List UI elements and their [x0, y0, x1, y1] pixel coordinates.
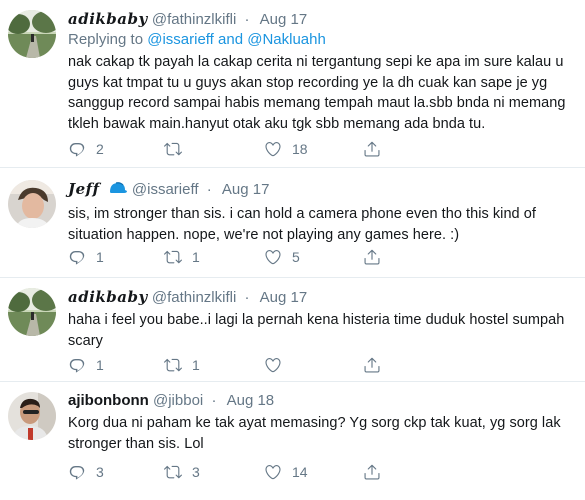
- retweet-button[interactable]: 1: [164, 247, 200, 267]
- tweet[interactable]: adikbaby @fathinzlkifli · Aug 17 Replyin…: [0, 0, 585, 168]
- like-count: 18: [292, 141, 308, 157]
- retweet-icon: [164, 140, 182, 158]
- user-handle[interactable]: @jibboi: [153, 392, 203, 409]
- share-button[interactable]: [363, 355, 381, 375]
- reply-button[interactable]: 1: [68, 355, 104, 375]
- tweet-header: adikbaby @fathinzlkifli · Aug 17: [68, 287, 575, 308]
- replying-to: Replying to @issarieff and @Nakluahh: [68, 30, 575, 50]
- heart-icon: [264, 463, 282, 481]
- heart-icon: [264, 140, 282, 158]
- like-count: 14: [292, 464, 308, 480]
- mention-link[interactable]: @Nakluahh: [247, 31, 326, 48]
- share-button[interactable]: [363, 139, 381, 159]
- reply-icon: [68, 140, 86, 158]
- reply-count: 3: [96, 464, 104, 480]
- tweet-header: ajibonbonn @jibboi · Aug 18: [68, 391, 575, 411]
- mention-and[interactable]: and: [214, 31, 247, 48]
- separator: ·: [244, 289, 250, 306]
- reply-icon: [68, 248, 86, 266]
- display-name[interactable]: adikbaby: [68, 288, 148, 306]
- retweet-count: 1: [192, 249, 200, 265]
- user-handle[interactable]: @issarieff: [132, 181, 199, 198]
- tweet-header: Jeff @issarieff · Aug 17: [68, 179, 575, 202]
- tweet-text: sis, im stronger than sis. i can hold a …: [68, 206, 536, 243]
- share-button[interactable]: [363, 247, 381, 267]
- tweet-text: haha i feel you babe..i lagi la pernah k…: [68, 312, 565, 349]
- tweet-date[interactable]: Aug 17: [222, 181, 270, 198]
- reply-icon: [68, 463, 86, 481]
- display-name[interactable]: adikbaby: [68, 10, 148, 28]
- tweet[interactable]: adikbaby @fathinzlkifli · Aug 17 haha i …: [0, 278, 585, 382]
- avatar[interactable]: [8, 288, 56, 336]
- separator: ·: [206, 181, 212, 198]
- tweet-header: adikbaby @fathinzlkifli · Aug 17: [68, 9, 575, 30]
- retweet-icon: [164, 463, 182, 481]
- cap-emoji-icon: [108, 180, 128, 202]
- mention-link[interactable]: @issarieff: [147, 31, 214, 48]
- like-count: 5: [292, 249, 300, 265]
- heart-icon: [264, 356, 282, 374]
- display-name[interactable]: ajibonbonn: [68, 392, 149, 409]
- separator: ·: [211, 392, 217, 409]
- avatar[interactable]: [8, 10, 56, 58]
- like-button[interactable]: [264, 355, 292, 375]
- tweet-text: nak cakap tk payah la cakap cerita ni te…: [68, 54, 566, 132]
- tweet-text: Korg dua ni paham ke tak ayat memasing? …: [68, 415, 561, 452]
- retweet-icon: [164, 248, 182, 266]
- share-icon: [363, 248, 381, 266]
- like-button[interactable]: 5: [264, 247, 300, 267]
- reply-count: 1: [96, 249, 104, 265]
- retweet-count: 1: [192, 357, 200, 373]
- share-icon: [363, 356, 381, 374]
- avatar[interactable]: [8, 392, 56, 440]
- user-handle[interactable]: @fathinzlkifli: [152, 289, 236, 306]
- reply-icon: [68, 356, 86, 374]
- share-icon: [363, 463, 381, 481]
- separator: ·: [244, 11, 250, 28]
- heart-icon: [264, 248, 282, 266]
- retweet-icon: [164, 356, 182, 374]
- tweet-date[interactable]: Aug 17: [260, 11, 308, 28]
- reply-count: 2: [96, 141, 104, 157]
- replying-to-label: Replying to: [68, 31, 148, 48]
- retweet-button[interactable]: 3: [164, 462, 200, 482]
- like-button[interactable]: 18: [264, 139, 308, 159]
- reply-button[interactable]: 3: [68, 462, 104, 482]
- retweet-button[interactable]: 1: [164, 355, 200, 375]
- user-handle[interactable]: @fathinzlkifli: [152, 11, 236, 28]
- reply-button[interactable]: 2: [68, 139, 104, 159]
- like-button[interactable]: 14: [264, 462, 308, 482]
- share-button[interactable]: [363, 462, 381, 482]
- tweet[interactable]: Jeff @issarieff · Aug 17 sis, im stronge…: [0, 168, 585, 278]
- tweet[interactable]: ajibonbonn @jibboi · Aug 18 Korg dua ni …: [0, 382, 585, 500]
- retweet-button[interactable]: [164, 139, 192, 159]
- reply-button[interactable]: 1: [68, 247, 104, 267]
- display-name[interactable]: Jeff: [68, 180, 100, 198]
- reply-count: 1: [96, 357, 104, 373]
- avatar[interactable]: [8, 180, 56, 228]
- share-icon: [363, 140, 381, 158]
- tweet-date[interactable]: Aug 17: [260, 289, 308, 306]
- tweet-date[interactable]: Aug 18: [227, 392, 275, 409]
- retweet-count: 3: [192, 464, 200, 480]
